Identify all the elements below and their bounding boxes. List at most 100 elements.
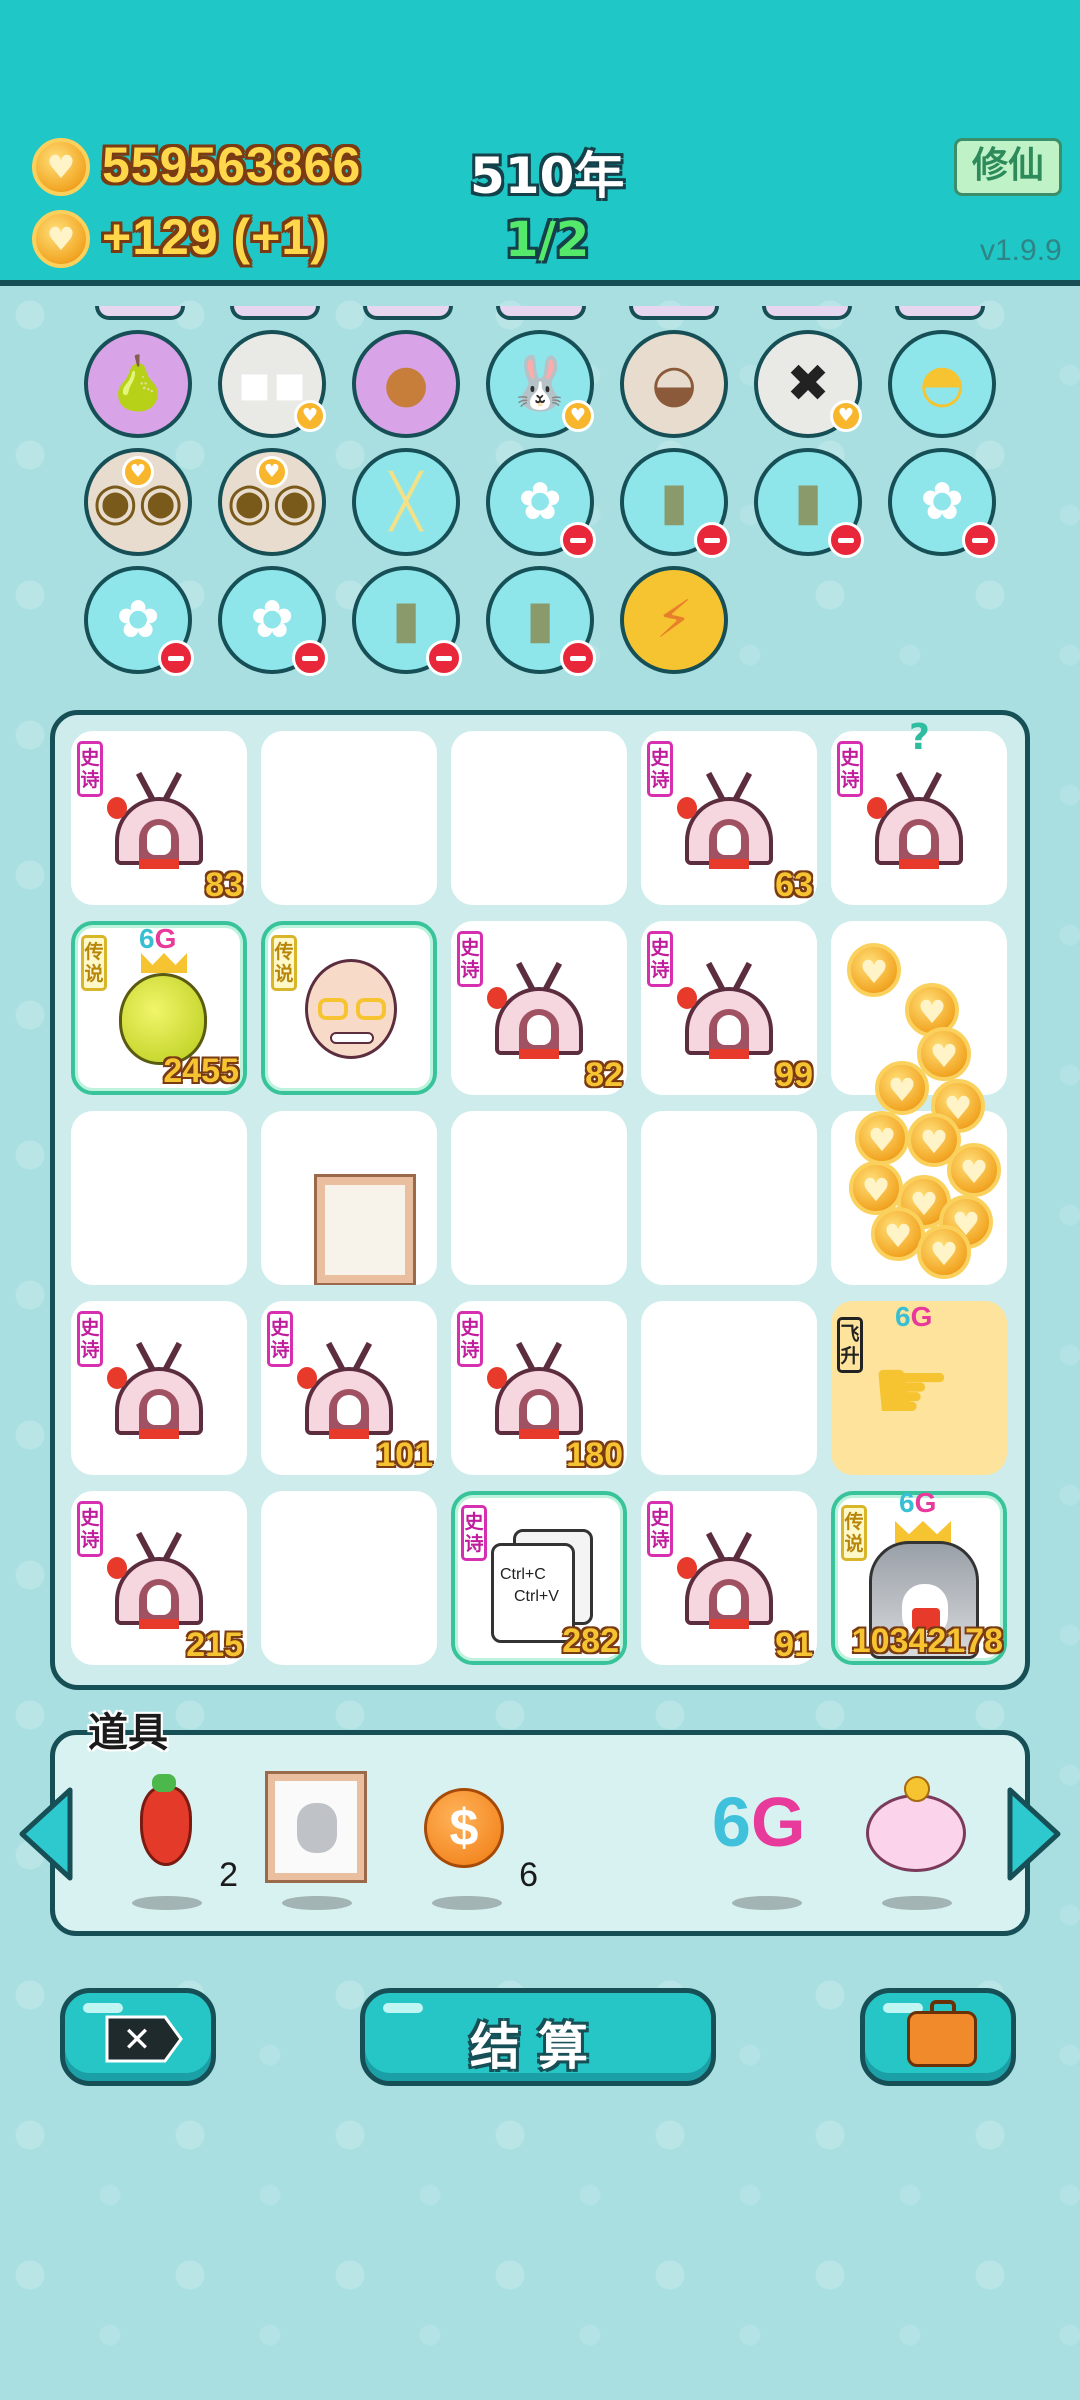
rabbit-house-icon [677, 1531, 779, 1631]
delete-tag-icon[interactable]: ✖ ♥ [754, 330, 862, 438]
board-cell-old-man[interactable]: 传说 [261, 921, 437, 1095]
bindle-icon[interactable]: ● [352, 330, 460, 438]
symbol-value: 63 [775, 866, 813, 904]
remove-icon[interactable] [828, 522, 864, 558]
board-cell-rabbit-house[interactable]: 史诗 63 [641, 731, 817, 905]
lightning-icon[interactable]: ⚡ [620, 566, 728, 674]
briefcase-icon [907, 2000, 977, 2067]
heart-badge-icon: ♥ [256, 456, 288, 488]
remove-symbol-button[interactable]: ✕ [60, 1988, 216, 2086]
picture-frame-icon [317, 1177, 413, 1283]
item-cat-frame[interactable] [262, 1770, 372, 1910]
seed-bag-icon[interactable]: ▮ [754, 448, 864, 558]
coin-icon [32, 210, 90, 268]
six-g-label: 6G [139, 923, 177, 954]
rarity-tag-epic: 史诗 [267, 1311, 293, 1367]
income-per-turn: +129 (+1) [102, 209, 328, 265]
board-cell-rabbit-house[interactable]: 史诗 91 [641, 1491, 817, 1665]
remove-icon[interactable] [560, 522, 596, 558]
coin-pile-icon [835, 943, 1007, 1283]
rarity-tag-epic: 史诗 [647, 931, 673, 987]
potted-flower-icon[interactable]: ✿ [218, 566, 328, 676]
board-cell-rabbit-house[interactable]: 史诗 215 [71, 1491, 247, 1665]
rarity-tag-legend: 传说 [271, 935, 297, 991]
chili-pepper-icon [140, 1786, 192, 1866]
remove-icon[interactable] [426, 640, 462, 676]
rabbit-house-icon [107, 1531, 209, 1631]
rarity-tag-epic: 史诗 [77, 1501, 103, 1557]
pot-duck-icon[interactable]: ◓ [888, 330, 996, 438]
symbol-value: 10342178 [851, 1622, 1003, 1660]
seed-bag-icon[interactable]: ▮ [352, 566, 462, 676]
question-mark: ? [909, 717, 930, 758]
svg-text:✕: ✕ [123, 2020, 152, 2060]
delete-tag-icon: ✕ [105, 2015, 183, 2063]
remove-icon[interactable] [694, 522, 730, 558]
board-cell-rabbit-house[interactable]: 史诗 180 [451, 1301, 627, 1475]
item-dollar-coin[interactable]: $ 6 [412, 1770, 538, 1910]
dog-bowl-icon[interactable]: ◒ [620, 330, 728, 438]
remove-icon[interactable] [560, 640, 596, 676]
item-piggy-bank[interactable] [862, 1770, 972, 1910]
board-cell-empty[interactable] [261, 1491, 437, 1665]
potted-flower-icon[interactable]: ✿ [486, 448, 596, 558]
upgrade-slot-partial [496, 306, 586, 320]
remove-icon[interactable] [292, 640, 328, 676]
rabbit-house-icon [487, 961, 589, 1061]
owl-pair-icon[interactable]: ◉◉ ♥ [84, 448, 192, 556]
owl-pair-icon[interactable]: ◉◉ ♥ [218, 448, 326, 556]
board-cell-rabbit-house[interactable]: 史诗 ? [831, 717, 1007, 905]
items-title: 道具 [88, 1710, 168, 1756]
board-cell-empty[interactable] [451, 1111, 627, 1285]
board-cell-copy-paste[interactable]: 史诗 Ctrl+C Ctrl+V 282 [451, 1491, 627, 1665]
six-g-label: 6G [899, 1487, 937, 1518]
board-cell-empty[interactable] [71, 1111, 247, 1285]
upgrade-slot-partial [95, 306, 185, 320]
board-cell-rabbit-house[interactable]: 史诗 99 [641, 921, 817, 1095]
rarity-tag-legend: 传说 [81, 935, 107, 991]
rarity-tag-epic: 史诗 [461, 1505, 487, 1561]
board-cell-empty[interactable] [641, 1301, 817, 1475]
board-cell-golden-pear[interactable]: 传说 6G 2455 [71, 921, 247, 1095]
item-chili-pepper[interactable]: 2 [112, 1770, 238, 1910]
rabbit-house-icon [107, 1341, 209, 1441]
symbol-value: 91 [775, 1626, 813, 1664]
board-cell-rabbit-house[interactable]: 史诗 [71, 1301, 247, 1475]
board-cell-empty[interactable] [451, 731, 627, 905]
heart-badge-icon: ♥ [830, 400, 862, 432]
symbol-value: 82 [585, 1056, 623, 1094]
rarity-tag-epic: 史诗 [647, 1501, 673, 1557]
remove-icon[interactable] [158, 640, 194, 676]
board-cell-empty[interactable] [261, 731, 437, 905]
top-bar: 559563866 +129 (+1) 510年 1/2 修仙 v1.9.9 [0, 0, 1080, 283]
scroll-right-arrow-icon[interactable] [1006, 1786, 1062, 1882]
board-cell-rabbit-house[interactable]: 史诗 101 [261, 1301, 437, 1475]
cultivation-mode-button[interactable]: 修仙 [954, 138, 1062, 196]
board-cell-husky-king[interactable]: 传说 6G 10342178 [831, 1487, 1007, 1665]
rarity-tag-epic: 史诗 [457, 931, 483, 987]
seed-bag-icon[interactable]: ▮ [486, 566, 596, 676]
upgrade-slot-partial [629, 306, 719, 320]
heart-badge-icon: ♥ [562, 400, 594, 432]
settle-button[interactable]: 结算 [360, 1988, 716, 2086]
chopsticks-icon[interactable]: ╳ [352, 448, 460, 556]
piggy-bank-icon [866, 1794, 966, 1872]
board-cell-rabbit-house[interactable]: 史诗 82 [451, 921, 627, 1095]
pomelo-icon[interactable]: 🍐 [84, 330, 192, 438]
seed-bag-icon[interactable]: ▮ [620, 448, 730, 558]
board-cell-rabbit-house[interactable]: 史诗 83 [71, 731, 247, 905]
item-six-g[interactable]: 6G [712, 1770, 822, 1910]
potted-flower-icon[interactable]: ✿ [84, 566, 194, 676]
potted-flower-icon[interactable]: ✿ [888, 448, 998, 558]
rabbit-house-icon [677, 961, 779, 1061]
inventory-button[interactable] [860, 1988, 1016, 2086]
board-cell-empty[interactable] [641, 1111, 817, 1285]
board-cell-pointing-hand[interactable]: 飞升 6G ☛ [831, 1301, 1007, 1475]
six-g-icon: 6G [712, 1783, 806, 1861]
symbol-value: 99 [775, 1056, 813, 1094]
board-cell-frame[interactable] [261, 1111, 437, 1285]
scroll-left-arrow-icon[interactable] [18, 1786, 74, 1882]
bunny-icon[interactable]: 🐰 ♥ [486, 330, 594, 438]
sugar-cubes-icon[interactable]: ▪▪ ♥ [218, 330, 326, 438]
remove-icon[interactable] [962, 522, 998, 558]
